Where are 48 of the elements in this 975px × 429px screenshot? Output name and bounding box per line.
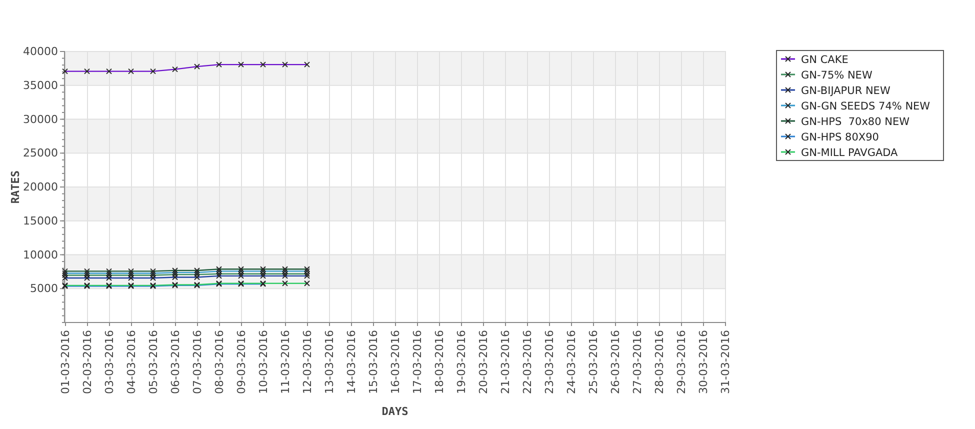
legend-label: GN-HPS 80X90 [801, 132, 879, 144]
y-tick-label: 25000 [23, 146, 58, 160]
x-tick-label: 07-03-2016 [191, 330, 204, 394]
x-tick-label: 13-03-2016 [323, 330, 336, 394]
y-axis-title: RATES [9, 170, 22, 204]
x-tick-label: 11-03-2016 [279, 330, 292, 394]
x-tick-label: 27-03-2016 [631, 330, 644, 394]
y-tick-label: 40000 [23, 45, 58, 58]
x-tick-label: 14-03-2016 [345, 330, 358, 394]
y-tick-label: 15000 [23, 214, 58, 228]
x-tick-label: 25-03-2016 [587, 330, 600, 394]
y-tick-label: 35000 [23, 78, 58, 92]
x-tick-label: 02-03-2016 [81, 330, 94, 394]
x-tick-label: 17-03-2016 [411, 330, 424, 394]
legend-label: GN-HPS 70x80 NEW [801, 116, 910, 128]
x-tick-label: 03-03-2016 [103, 330, 116, 394]
x-tick-label: 30-03-2016 [697, 330, 710, 394]
x-tick-label: 21-03-2016 [499, 330, 512, 394]
x-tick-label: 24-03-2016 [565, 330, 578, 394]
x-tick-label: 10-03-2016 [257, 330, 270, 394]
x-tick-label: 29-03-2016 [675, 330, 688, 394]
x-tick-label: 28-03-2016 [653, 330, 666, 394]
x-tick-label: 09-03-2016 [235, 330, 248, 394]
x-tick-label: 26-03-2016 [609, 330, 622, 394]
x-tick-label: 20-03-2016 [477, 330, 490, 394]
x-tick-label: 22-03-2016 [521, 330, 534, 394]
x-tick-label: 08-03-2016 [213, 330, 226, 394]
x-tick-label: 31-03-2016 [719, 330, 732, 394]
x-tick-label: 06-03-2016 [169, 330, 182, 394]
legend-label: GN-GN SEEDS 74% NEW [801, 100, 930, 112]
y-tick-label: 5000 [30, 282, 58, 296]
x-tick-label: 19-03-2016 [455, 330, 468, 394]
x-tick-label: 16-03-2016 [389, 330, 402, 394]
legend-label: GN-MILL PAVGADA [801, 147, 898, 159]
y-tick-label: 30000 [23, 112, 58, 126]
legend-label: GN-BIJAPUR NEW [801, 85, 890, 97]
x-tick-label: 05-03-2016 [147, 330, 160, 394]
x-tick-label: 15-03-2016 [367, 330, 380, 394]
y-tick-label: 20000 [23, 180, 58, 194]
y-tick-label: 10000 [23, 248, 58, 262]
x-tick-label: 18-03-2016 [433, 330, 446, 394]
x-axis-title: DAYS [382, 405, 408, 418]
x-tick-label: 01-03-2016 [59, 330, 72, 394]
legend-label: GN-75% NEW [801, 70, 872, 82]
x-tick-label: 12-03-2016 [301, 330, 314, 394]
legend-label: GN CAKE [801, 54, 848, 66]
x-tick-label: 23-03-2016 [543, 330, 556, 394]
x-tick-label: 04-03-2016 [125, 330, 138, 394]
